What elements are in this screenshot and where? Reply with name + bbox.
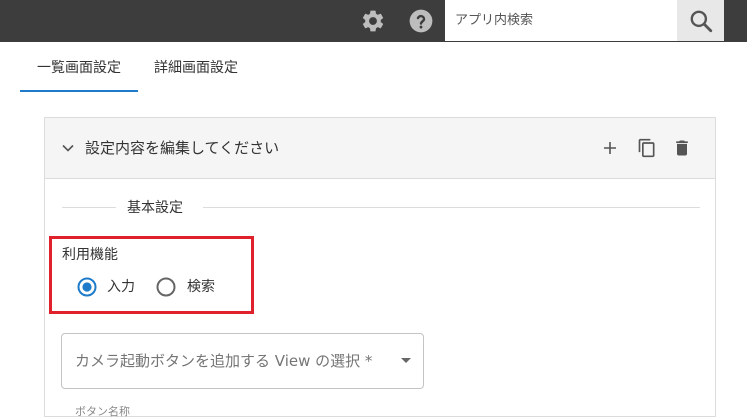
panel-header: 設定内容を編集してください — [45, 118, 715, 179]
radio-input[interactable] — [77, 277, 97, 297]
help-icon[interactable] — [406, 6, 436, 36]
delete-button[interactable] — [670, 136, 694, 160]
chevron-down-icon[interactable] — [60, 140, 76, 156]
search-button[interactable] — [677, 0, 724, 41]
trash-icon — [676, 140, 688, 156]
copy-icon — [638, 138, 655, 158]
search-icon — [690, 10, 712, 32]
section-divider — [62, 207, 116, 208]
section-title: 基本設定 — [127, 200, 183, 216]
radio-label-search: 検索 — [187, 279, 215, 295]
radio-search[interactable] — [156, 277, 176, 297]
search-input[interactable] — [445, 0, 677, 41]
caret-down-icon — [401, 358, 411, 363]
gear-icon[interactable] — [358, 6, 388, 36]
add-button[interactable] — [598, 136, 622, 160]
section-divider — [203, 207, 700, 208]
field-label: 利用機能 — [62, 247, 118, 263]
select-placeholder: カメラ起動ボタンを追加する View の選択 * — [75, 352, 373, 370]
next-field-label: ボタン名称 — [75, 405, 130, 418]
panel-title: 設定内容を編集してください — [85, 139, 280, 157]
top-bar — [0, 0, 747, 42]
radio-label-input: 入力 — [107, 279, 135, 295]
view-select[interactable]: カメラ起動ボタンを追加する View の選択 * — [61, 333, 424, 389]
tab-list-settings[interactable]: 一覧画面設定 — [20, 42, 138, 92]
copy-button[interactable] — [635, 136, 659, 160]
plus-icon — [604, 142, 616, 154]
tab-detail-settings[interactable]: 詳細画面設定 — [154, 42, 238, 92]
active-tab-indicator — [20, 90, 138, 92]
